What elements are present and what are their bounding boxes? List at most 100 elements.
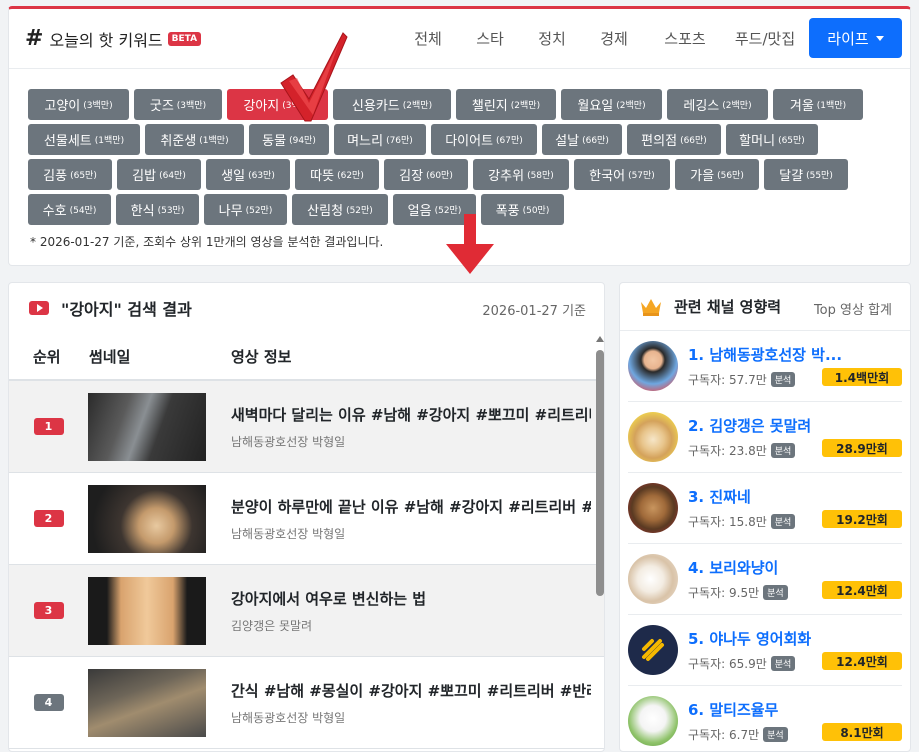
keyword-chip[interactable]: 선물세트 (1백만) bbox=[28, 124, 140, 155]
video-channel[interactable]: 남해동광호선장 박형일 bbox=[231, 525, 591, 542]
keyword-chip[interactable]: 산림청 (52만) bbox=[292, 194, 388, 225]
keyword-chip[interactable]: 나무 (52만) bbox=[204, 194, 287, 225]
analysis-tag[interactable]: 분석 bbox=[770, 443, 796, 458]
keyword-chip[interactable]: 한국어 (57만) bbox=[574, 159, 670, 190]
keyword-chip[interactable]: 김풍 (65만) bbox=[28, 159, 112, 190]
keyword-chip[interactable]: 한식 (53만) bbox=[116, 194, 199, 225]
video-title[interactable]: 분양이 하루만에 끝난 이유 #남해 #강아지 #리트리버 # bbox=[231, 496, 591, 517]
tab-all[interactable]: 전체 bbox=[397, 28, 459, 49]
keyword-chip[interactable]: 달걀 (55만) bbox=[764, 159, 848, 190]
video-title[interactable]: 간식 #남해 #몽실이 #강아지 #뽀끄미 #리트리버 #반려 bbox=[231, 680, 591, 701]
avatar[interactable] bbox=[628, 341, 678, 391]
channel-name[interactable]: 6. 말티즈율무 bbox=[688, 699, 898, 720]
keyword-count: (65만) bbox=[70, 171, 97, 181]
channel-item[interactable]: 4. 보리와냥이 구독자: 9.5만 분석 12.4만회 bbox=[628, 544, 902, 615]
keyword-chip[interactable]: 취준생 (1백만) bbox=[145, 124, 244, 155]
keyword-chip[interactable]: 따뜻 (62만) bbox=[295, 159, 379, 190]
keyword-chip[interactable]: 며느리 (76만) bbox=[334, 124, 426, 155]
keyword-chip[interactable]: 고양이 (3백만) bbox=[28, 89, 129, 120]
video-info: 강아지에서 여우로 변신하는 법 김양갱은 못말려 bbox=[231, 588, 591, 634]
video-thumbnail[interactable] bbox=[88, 668, 206, 737]
video-title[interactable]: 강아지에서 여우로 변신하는 법 bbox=[231, 588, 591, 609]
avatar[interactable] bbox=[628, 412, 678, 462]
keyword-chip[interactable]: 할머니 (65만) bbox=[726, 124, 818, 155]
keyword-chip[interactable]: 겨울 (1백만) bbox=[773, 89, 863, 120]
results-table-header: 순위 썸네일 영상 정보 bbox=[9, 333, 604, 381]
tab-sports[interactable]: 스포츠 bbox=[645, 28, 725, 49]
keyword-chip[interactable]: 가을 (56만) bbox=[675, 159, 759, 190]
channel-name[interactable]: 4. 보리와냥이 bbox=[688, 557, 898, 578]
video-channel[interactable]: 남해동광호선장 박형일 bbox=[231, 433, 591, 450]
views-badge: 8.1만회 bbox=[822, 723, 902, 741]
tab-star[interactable]: 스타 bbox=[459, 28, 521, 49]
channel-name[interactable]: 2. 김양갱은 못말려 bbox=[688, 415, 898, 436]
hash-icon: # bbox=[25, 26, 44, 51]
keyword-word: 얼음 bbox=[407, 204, 432, 219]
tab-food[interactable]: 푸드/맛집 bbox=[725, 28, 805, 49]
analysis-tag[interactable]: 분석 bbox=[770, 372, 796, 387]
keyword-count: (3백만) bbox=[83, 101, 113, 111]
keyword-chip[interactable]: 레깅스 (2백만) bbox=[667, 89, 768, 120]
channel-item[interactable]: 1. 남해동광호선장 박... 구독자: 57.7만 분석 1.4백만회 bbox=[628, 331, 902, 402]
video-title[interactable]: 새벽마다 달리는 이유 #남해 #강아지 #뽀끄미 #리트리버 bbox=[231, 404, 591, 425]
keyword-chip[interactable]: 신용카드 (2백만) bbox=[333, 89, 451, 120]
channel-name[interactable]: 3. 진짜네 bbox=[688, 486, 898, 507]
avatar[interactable] bbox=[628, 554, 678, 604]
channel-name[interactable]: 5. 야나두 영어회화 bbox=[688, 628, 898, 649]
col-thumbnail: 썸네일 bbox=[89, 347, 131, 366]
keyword-chip[interactable]: 강추위 (58만) bbox=[473, 159, 569, 190]
results-title: "강아지" 검색 결과 bbox=[61, 300, 192, 319]
keyword-chip[interactable]: 동물 (94만) bbox=[249, 124, 329, 155]
analysis-tag[interactable]: 분석 bbox=[763, 585, 788, 600]
keyword-chip[interactable]: 생일 (63만) bbox=[206, 159, 290, 190]
analysis-tag[interactable]: 분석 bbox=[770, 656, 796, 671]
keyword-count: (60만) bbox=[426, 171, 453, 181]
keyword-word: 김밥 bbox=[132, 169, 157, 184]
analysis-tag[interactable]: 분석 bbox=[763, 727, 788, 742]
channel-item[interactable]: 5. 야나두 영어회화 구독자: 65.9만 분석 12.4만회 bbox=[628, 615, 902, 686]
table-row[interactable]: 3 강아지에서 여우로 변신하는 법 김양갱은 못말려 bbox=[9, 565, 604, 657]
subscribers-label: 구독자: bbox=[688, 586, 726, 600]
keyword-chip[interactable]: 김밥 (64만) bbox=[117, 159, 201, 190]
scroll-up-icon[interactable] bbox=[596, 336, 604, 342]
keyword-word: 강추위 bbox=[488, 169, 525, 184]
keyword-chip[interactable]: 김장 (60만) bbox=[384, 159, 468, 190]
tab-life-dropdown[interactable]: 라이프 bbox=[809, 18, 902, 58]
video-channel[interactable]: 김양갱은 못말려 bbox=[231, 617, 591, 634]
keyword-word: 선물세트 bbox=[43, 134, 92, 149]
channel-item[interactable]: 6. 말티즈율무 구독자: 6.7만 분석 8.1만회 bbox=[628, 686, 902, 751]
channel-item[interactable]: 3. 진짜네 구독자: 15.8만 분석 19.2만회 bbox=[628, 473, 902, 544]
video-thumbnail[interactable] bbox=[88, 484, 206, 553]
tab-politics[interactable]: 정치 bbox=[521, 28, 583, 49]
video-thumbnail[interactable] bbox=[88, 576, 206, 645]
keyword-word: 월요일 bbox=[577, 99, 614, 114]
keyword-chip[interactable]: 월요일 (2백만) bbox=[561, 89, 662, 120]
rank-cell: 4 bbox=[9, 694, 88, 711]
keyword-chip[interactable]: 챌린지 (2백만) bbox=[456, 89, 556, 120]
views-badge: 12.4만회 bbox=[822, 581, 902, 599]
results-scrollbar[interactable] bbox=[595, 334, 604, 751]
subscribers-label: 구독자: bbox=[688, 515, 726, 529]
avatar[interactable] bbox=[628, 696, 678, 746]
channel-item[interactable]: 2. 김양갱은 못말려 구독자: 23.8만 분석 28.9만회 bbox=[628, 402, 902, 473]
table-row[interactable]: 1 새벽마다 달리는 이유 #남해 #강아지 #뽀끄미 #리트리버 남해동광호선… bbox=[9, 381, 604, 473]
avatar[interactable] bbox=[628, 625, 678, 675]
keyword-row: 선물세트 (1백만) 취준생 (1백만) 동물 (94만) 며느리 (76만) 다이어트… bbox=[28, 124, 898, 159]
video-thumbnail[interactable] bbox=[88, 392, 206, 461]
analysis-tag[interactable]: 분석 bbox=[770, 514, 796, 529]
keyword-chip[interactable]: 굿즈 (3백만) bbox=[134, 89, 222, 120]
channel-name[interactable]: 1. 남해동광호선장 박... bbox=[688, 344, 898, 365]
table-row[interactable]: 4 간식 #남해 #몽실이 #강아지 #뽀끄미 #리트리버 #반려 남해동광호선… bbox=[9, 657, 604, 749]
keyword-chip[interactable]: 다이어트 (67만) bbox=[431, 124, 537, 155]
keyword-chip[interactable]: 수호 (54만) bbox=[28, 194, 111, 225]
avatar[interactable] bbox=[628, 483, 678, 533]
tab-economy[interactable]: 경제 bbox=[583, 28, 645, 49]
keyword-count: (66만) bbox=[582, 136, 609, 146]
keyword-chip[interactable]: 편의점 (66만) bbox=[627, 124, 721, 155]
keyword-chip[interactable]: 설날 (66만) bbox=[542, 124, 622, 155]
table-row[interactable]: 2 분양이 하루만에 끝난 이유 #남해 #강아지 #리트리버 # 남해동광호선… bbox=[9, 473, 604, 565]
scrollbar-thumb[interactable] bbox=[596, 350, 604, 596]
video-channel[interactable]: 남해동광호선장 박형일 bbox=[231, 709, 591, 726]
col-video-info: 영상 정보 bbox=[231, 347, 292, 366]
keyword-count: (2백만) bbox=[616, 101, 646, 111]
